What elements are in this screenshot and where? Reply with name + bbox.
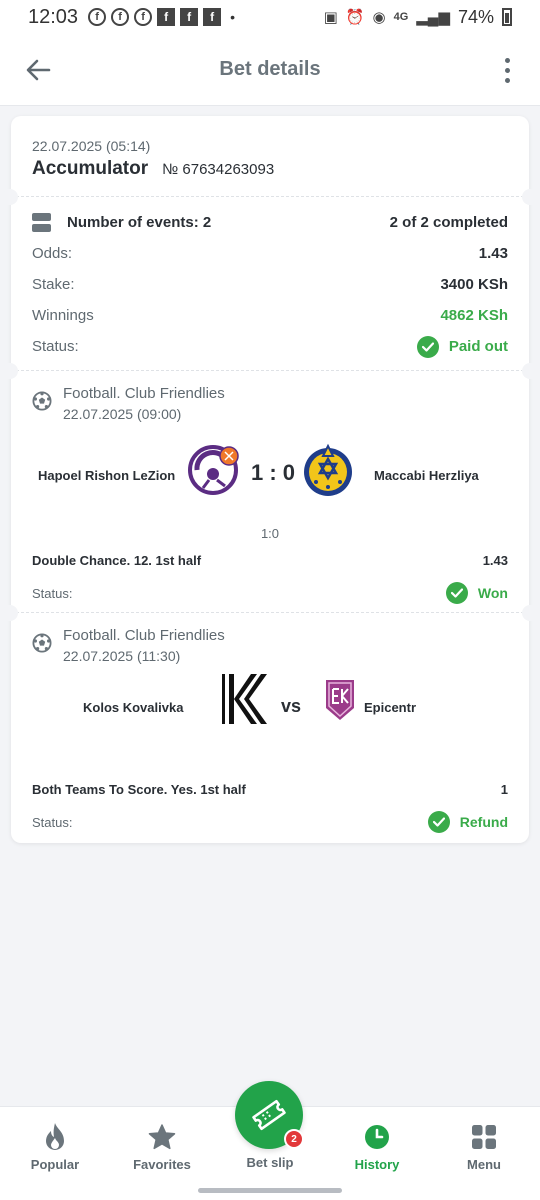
event-result: Refund [459, 814, 508, 830]
bet-type: Accumulator [32, 158, 149, 179]
bet-number: № 67634263093 [162, 161, 275, 178]
status-bar: 12:03 f f f f f f • ▣ ⏰ ◉ 4G ▂▄▆ 74% [0, 0, 540, 34]
home-team: Hapoel Rishon LeZion [38, 468, 176, 483]
event-league: Football. Club Friendlies [63, 385, 225, 402]
dot [504, 77, 510, 83]
hapoel-rishon-logo [188, 445, 239, 495]
odds-value: 1.43 [478, 245, 508, 262]
event-item[interactable]: Football. Club Friendlies 22.07.2025 (09… [11, 371, 529, 612]
stake-value: 3400 KSh [440, 276, 508, 293]
battery-icon [502, 8, 512, 26]
nav-popular-label: Popular [30, 1157, 80, 1172]
nav-history-label: History [354, 1157, 400, 1172]
event-result: Won [477, 585, 508, 601]
event-odds: 1.43 [482, 553, 508, 568]
fire-icon [46, 1123, 64, 1150]
battery-percent: 74% [457, 6, 494, 27]
match-row: Hapoel Rishon LeZion 1 : 0 Maccabi Herzl… [32, 430, 508, 530]
bottom-navigation: Popular Favorites 2 Bet slip History Men… [0, 1081, 540, 1200]
stake-label: Stake: [32, 276, 75, 293]
facebook-square-icon: f [203, 8, 222, 26]
football-icon [32, 391, 52, 411]
check-icon [416, 335, 439, 358]
clock-icon [365, 1125, 389, 1149]
event-date: 22.07.2025 (11:30) [63, 648, 181, 664]
bet-details-card: 22.07.2025 (05:14) Accumulator № 6763426… [2, 116, 538, 843]
bet-header: 22.07.2025 (05:14) Accumulator № 6763426… [11, 116, 529, 196]
ticket-icon [252, 1099, 286, 1131]
away-team: Epicentr [364, 700, 417, 715]
events-count: Number of events: 2 [67, 214, 212, 231]
dot [504, 57, 510, 63]
signal-icon: ▂▄▆ [416, 9, 450, 26]
nav-popular[interactable]: Popular [1, 1121, 109, 1172]
away-team: Maccabi Herzliya [374, 468, 479, 483]
check-icon [445, 582, 468, 604]
network-type: 4G [393, 11, 409, 23]
kolos-kovalivka-logo [217, 672, 271, 726]
maccabi-herzliya-logo [304, 443, 352, 496]
check-icon [427, 811, 450, 833]
saver-icon: ▣ [323, 9, 338, 26]
facebook-icon: f [88, 8, 107, 26]
page-title: Bet details [219, 58, 321, 80]
status-label: Status: [32, 338, 79, 355]
bet-status: Paid out [448, 338, 508, 355]
event-status-label: Status: [32, 585, 73, 601]
bet-market: Both Teams To Score. Yes. 1st half [32, 782, 246, 797]
star-icon [148, 1124, 176, 1150]
bet-market: Double Chance. 12. 1st half [32, 553, 202, 568]
hotspot-icon: ◉ [372, 9, 386, 26]
facebook-square-icon: f [157, 8, 176, 26]
winnings-label: Winnings [32, 307, 94, 324]
home-indicator[interactable] [198, 1188, 342, 1193]
odds-label: Odds: [32, 245, 73, 262]
grid-icon [472, 1125, 496, 1149]
arrow-left-icon [26, 59, 51, 80]
nav-favorites[interactable]: Favorites [108, 1121, 216, 1172]
event-date: 22.07.2025 (09:00) [63, 406, 182, 422]
bet-summary: Number of events: 2 2 of 2 completed Odd… [11, 197, 529, 370]
more-notifications-icon: • [230, 9, 235, 25]
nav-menu-label: Menu [467, 1157, 501, 1172]
nav-history[interactable]: History [323, 1121, 431, 1172]
event-league: Football. Club Friendlies [63, 627, 225, 644]
notification-icons: f f f f f f • [88, 8, 235, 26]
facebook-square-icon: f [180, 8, 199, 26]
events-completed: 2 of 2 completed [389, 214, 508, 231]
nav-bet-slip-label: Bet slip [246, 1155, 294, 1170]
event-status-label: Status: [32, 814, 73, 830]
winnings-value: 4862 KSh [440, 307, 508, 324]
versus-label: vs [281, 696, 302, 716]
event-item[interactable]: Football. Club Friendlies 22.07.2025 (11… [11, 613, 529, 843]
match-score: 1 : 0 [251, 460, 296, 485]
bet-date: 22.07.2025 (05:14) [32, 138, 151, 154]
facebook-icon: f [111, 8, 130, 26]
epicentr-logo [326, 680, 354, 720]
dot [504, 67, 510, 73]
events-list-icon [32, 213, 51, 232]
home-team: Kolos Kovalivka [83, 700, 184, 715]
facebook-icon: f [134, 8, 153, 26]
nav-favorites-label: Favorites [133, 1157, 191, 1172]
back-button[interactable] [8, 40, 68, 100]
event-odds: 1 [500, 782, 508, 797]
more-options-button[interactable] [492, 48, 522, 92]
nav-bet-slip[interactable]: Bet slip [216, 1155, 324, 1170]
app-header: Bet details [0, 34, 540, 106]
alarm-icon: ⏰ [345, 9, 365, 26]
status-time: 12:03 [28, 5, 79, 28]
football-icon [32, 633, 52, 653]
nav-menu[interactable]: Menu [430, 1121, 538, 1172]
bet-slip-count-badge: 2 [284, 1129, 304, 1149]
match-row: Kolos Kovalivka vs Epicentr [32, 672, 508, 772]
